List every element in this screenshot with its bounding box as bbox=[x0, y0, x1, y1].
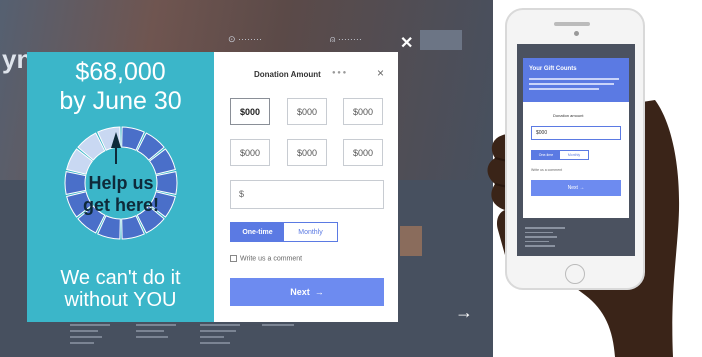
mobile-comment-checkbox[interactable]: Write us a comment bbox=[531, 168, 562, 172]
next-label: Next bbox=[290, 287, 310, 297]
mobile-amount-input[interactable]: $000 bbox=[531, 126, 621, 140]
frequency-monthly[interactable]: Monthly bbox=[284, 223, 337, 241]
mobile-header-title: Your Gift Counts bbox=[529, 66, 577, 72]
nav-button[interactable] bbox=[420, 30, 462, 50]
next-button[interactable]: Next → bbox=[230, 278, 384, 306]
fundraising-promo-panel: $68,000 by June 30 Help us get here! We … bbox=[27, 52, 214, 322]
form-title: Donation Amount bbox=[254, 70, 321, 79]
smartphone: Your Gift Counts Donation amount $000 On… bbox=[505, 8, 645, 290]
mobile-donation-label: Donation amount bbox=[553, 113, 584, 118]
home-button[interactable] bbox=[565, 264, 585, 284]
cta-line-2: without YOU bbox=[64, 289, 177, 311]
help-line-1: Help us bbox=[88, 173, 154, 193]
frequency-toggle: One-time Monthly bbox=[230, 222, 338, 242]
mobile-modal-header: Your Gift Counts bbox=[523, 58, 629, 102]
checkbox-icon bbox=[230, 255, 237, 262]
user-menu[interactable]: ⍝ ········ bbox=[330, 34, 362, 45]
custom-amount-input[interactable]: $ bbox=[230, 180, 384, 209]
goal-amount: $68,000 bbox=[75, 58, 166, 86]
header-text-line bbox=[529, 88, 599, 90]
amount-option-1[interactable]: $000 bbox=[230, 98, 270, 125]
amount-option-4[interactable]: $000 bbox=[230, 139, 270, 166]
amount-option-2[interactable]: $000 bbox=[287, 98, 327, 125]
mobile-donation-modal: Your Gift Counts Donation amount $000 On… bbox=[523, 58, 629, 218]
help-line-2: get here! bbox=[82, 195, 160, 215]
close-icon[interactable]: × bbox=[377, 66, 384, 80]
comment-checkbox[interactable]: Write us a comment bbox=[230, 255, 302, 262]
goal-deadline: by June 30 bbox=[59, 87, 182, 115]
amount-option-6[interactable]: $000 bbox=[343, 139, 383, 166]
footer-links bbox=[70, 320, 370, 355]
amount-option-3[interactable]: $000 bbox=[343, 98, 383, 125]
camera-icon bbox=[574, 31, 579, 36]
speaker-icon bbox=[554, 22, 590, 26]
donation-form: Donation Amount ● ● ● × $000 $000 $000 $… bbox=[214, 52, 398, 322]
header-text-line bbox=[529, 78, 619, 80]
mobile-frequency-toggle: One-time Monthly bbox=[531, 150, 589, 160]
step-indicator: ● ● ● bbox=[332, 70, 347, 76]
help-message: Help us get here! bbox=[71, 172, 171, 216]
header-text-line bbox=[529, 83, 614, 85]
mobile-footer-links bbox=[525, 224, 565, 250]
arrow-right-icon: → bbox=[314, 287, 324, 297]
side-image bbox=[400, 226, 422, 256]
mobile-next-button[interactable]: Next → bbox=[531, 180, 621, 196]
modal-close-icon[interactable]: ✕ bbox=[400, 33, 413, 53]
cta-line-1: We can't do it bbox=[60, 267, 181, 289]
phone-screen: Your Gift Counts Donation amount $000 On… bbox=[517, 44, 635, 256]
frequency-one-time[interactable]: One-time bbox=[231, 223, 284, 241]
comment-label: Write us a comment bbox=[240, 255, 303, 263]
amount-option-5[interactable]: $000 bbox=[287, 139, 327, 166]
mobile-frequency-monthly[interactable]: Monthly bbox=[560, 151, 588, 159]
mobile-frequency-one-time[interactable]: One-time bbox=[532, 151, 560, 159]
location-selector[interactable]: ⊙ ········ bbox=[228, 34, 262, 45]
screenshot-stage: yn ⊙ ········ ⍝ ········ ✕ → $68,000 by … bbox=[0, 0, 702, 357]
